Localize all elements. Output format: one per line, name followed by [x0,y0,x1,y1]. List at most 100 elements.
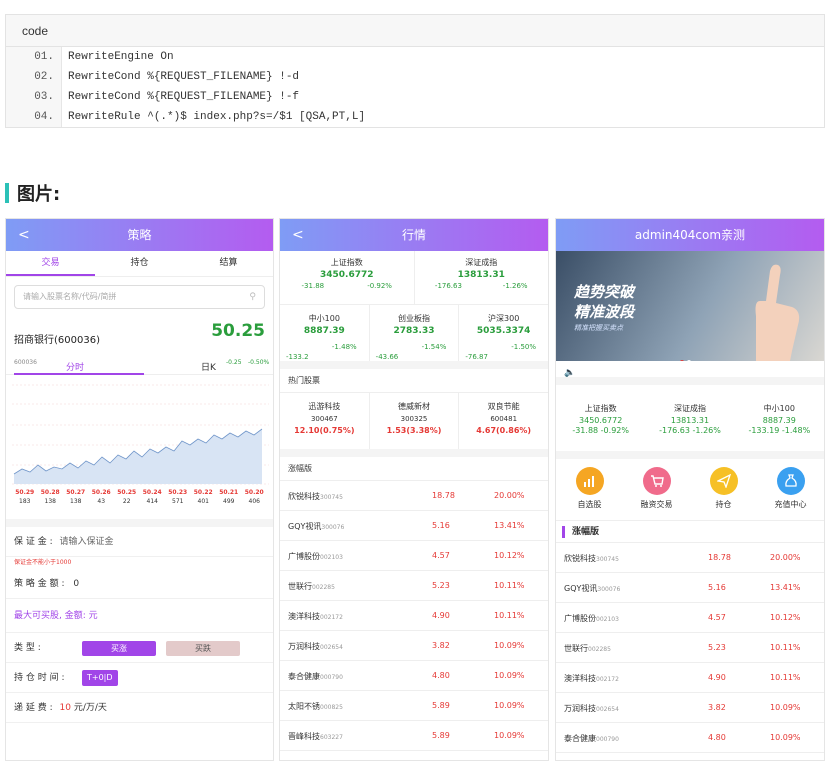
hot-stock-price: 12.10(0.75%) [294,426,355,435]
hot-stock-name: 迅游科技 [308,402,341,411]
buy-up-button[interactable]: 买涨 [82,641,156,656]
stock-row[interactable]: GQY视讯300076 5.16 13.41% [280,511,548,541]
stock-name: 广博股份002103 [288,551,343,562]
tab-trade[interactable]: 交易 [6,251,95,276]
paper-plane-icon [709,467,738,495]
index-card[interactable]: 深证成指 13813.31 -176.63 -1.26% [645,385,734,451]
book-volume: 571 [172,498,184,505]
back-icon[interactable]: < [18,219,30,251]
mid-indices: 中小100 8887.39 -1.48% -133.2 创业板指 2783.33… [280,305,548,369]
strategy-header: < 策略 [6,219,273,251]
index-card[interactable]: 上证指数 3450.6772 -31.88 -0.92% [556,385,645,451]
stock-row[interactable]: 澳洋科技002172 4.90 10.11% [280,601,548,631]
book-volume: 406 [248,498,260,505]
buy-down-button[interactable]: 买跌 [166,641,240,656]
intraday-chart [12,379,269,487]
menu-watchlist[interactable]: 自选股 [556,459,623,520]
tab-daily-k[interactable]: 日K [201,360,216,373]
index-change: -176.63 [434,282,462,290]
stock-code: 300745 [596,556,619,563]
stock-row[interactable]: 太阳不锈000825 5.89 10.09% [280,691,548,721]
amount-value: 0 [73,579,80,589]
menu-recharge[interactable]: 充值中心 [757,459,824,520]
book-price: 50.29 [15,489,35,496]
stock-code: 000790 [320,674,343,681]
stock-row[interactable]: 广博股份002103 4.57 10.12% [280,541,548,571]
book-volume: 22 [122,498,131,505]
stock-name-text: 澳洋科技 [564,674,596,683]
stock-row[interactable]: 世联行002285 5.23 10.11% [280,571,548,601]
index-value: 13813.31 [457,270,505,280]
hot-stock-card[interactable]: 双良节能 600481 4.67(0.86%) [458,393,548,449]
book-volume: 183 [19,498,31,505]
fee-value: 10 [59,703,71,713]
stock-row[interactable]: 欣锐科技300745 18.78 20.00% [556,543,824,573]
stock-name: 万润科技002654 [564,703,619,714]
amount-label: 策 略 金 额 : [14,579,65,589]
tab-intraday-underline [14,373,144,375]
tab-position[interactable]: 持仓 [95,251,184,276]
stock-price: 18.78 [432,491,455,500]
index-card[interactable]: 中小100 8887.39 -1.48% -133.2 [280,305,369,361]
stock-row[interactable]: 泰合健康000790 4.80 10.09% [556,723,824,753]
stock-row[interactable]: 广博股份002103 4.57 10.12% [556,603,824,633]
intraday-chart-svg [12,384,269,485]
index-change: -133.19 [748,426,780,435]
stock-price: 4.57 [708,613,726,622]
code-line: 02. RewriteCond %{REQUEST_FILENAME} !-d [6,67,824,87]
book-price: 50.25 [117,489,137,496]
stock-name-text: 晋峰科技 [288,732,320,741]
index-card[interactable]: 中小100 8887.39 -133.19 -1.48% [735,385,824,451]
rise-list-title: 涨幅版 [556,521,824,543]
stock-code: 002172 [320,614,343,621]
t0-button[interactable]: T+0|D [82,670,118,686]
stock-row[interactable]: 泰合健康000790 4.80 10.09% [280,661,548,691]
stock-code: 002285 [312,584,335,591]
book-price: 50.26 [91,489,111,496]
stock-name: 欣锐科技300745 [564,553,619,564]
hot-stock-card[interactable]: 德威新材 300325 1.53(3.38%) [368,393,459,449]
tab-settle[interactable]: 结算 [184,251,273,276]
code-line: 04. RewriteRule ^(.*)$ index.php?s=/$1 [Q… [6,107,824,127]
back-icon[interactable]: < [292,219,304,251]
fee-label: 递 延 费 : [14,703,53,713]
index-card[interactable]: 沪深300 5035.3374 -1.50% -76.87 [458,305,548,361]
bond-placeholder: 请输入保证金 [59,537,114,547]
stock-row[interactable]: 欣锐科技300745 18.78 20.00% [280,481,548,511]
index-card[interactable]: 深证成指 13813.31 -176.63 -1.26% [413,251,549,304]
stock-name: 泰合健康000790 [288,671,343,682]
stock-row[interactable]: 万润科技002654 3.82 10.09% [280,631,548,661]
bond-field[interactable]: 保 证 金 : 请输入保证金 [6,519,273,557]
index-change: -43.66 [375,353,399,361]
index-card[interactable]: 创业板指 2783.33 -1.54% -43.66 [368,305,459,361]
promo-banner[interactable]: 趋势突破 精准波段 精准把握买卖点 [556,251,824,361]
stock-row[interactable]: 晋峰科技603227 5.89 10.09% [280,721,548,751]
line-text: RewriteEngine On [68,51,174,63]
stock-row[interactable]: 世联行002285 5.23 10.11% [556,633,824,663]
tab-intraday[interactable]: 分时 [66,360,84,373]
type-label: 类 型 : [14,643,41,653]
stock-price: 18.78 [708,553,731,562]
stock-percent: 13.41% [494,521,525,530]
index-card[interactable]: 上证指数 3450.6772 -31.88 -0.92% [280,251,414,304]
trade-tabs: 交易 持仓 结算 [6,251,273,277]
menu-margin-trade[interactable]: 融资交易 [623,459,690,520]
bond-hint: 保证金不能小于1000 [14,559,72,566]
stock-search-input[interactable]: 请输入股票名称/代码/简拼 ⚲ [14,285,265,309]
section-heading: 图片: [5,181,60,205]
stock-code: 603227 [320,734,343,741]
hot-stock-card[interactable]: 迅游科技 300467 12.10(0.75%) [280,393,369,449]
stock-name: GQY视讯300076 [288,521,344,532]
line-number: 03. [34,91,54,103]
stock-row[interactable]: 万润科技002654 3.82 10.09% [556,693,824,723]
stock-code: 002285 [588,646,611,653]
index-name: 上证指数 [330,258,363,267]
stock-row[interactable]: 澳洋科技002172 4.90 10.11% [556,663,824,693]
search-icon: ⚲ [249,292,256,302]
stock-percent: 10.09% [770,703,801,712]
stock-row[interactable]: GQY视讯300076 5.16 13.41% [556,573,824,603]
menu-position[interactable]: 持仓 [690,459,757,520]
stock-price: 5.89 [432,701,450,710]
rise-title-text: 涨幅版 [572,527,600,537]
stock-code: 002654 [320,644,343,651]
